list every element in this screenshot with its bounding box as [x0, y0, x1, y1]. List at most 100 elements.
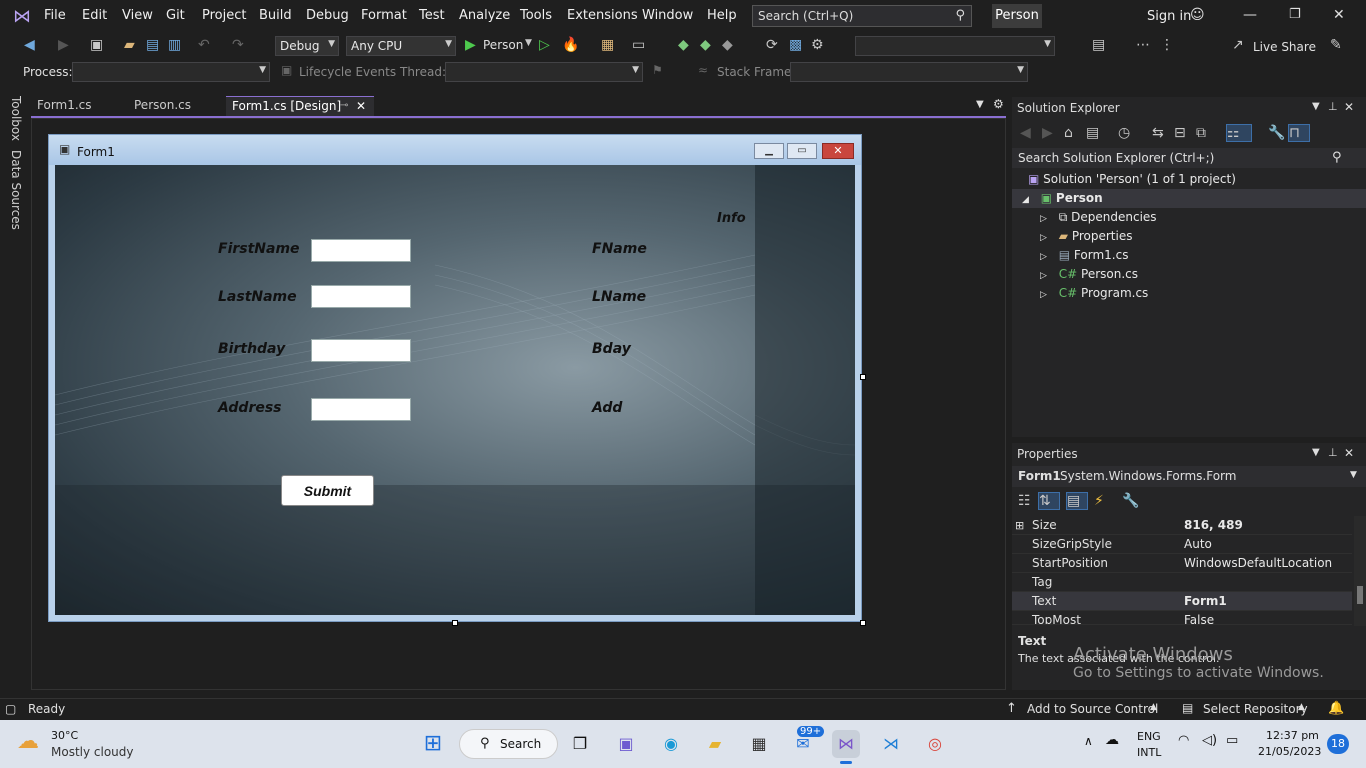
lifecycle-events-label[interactable]: Lifecycle Events: [299, 65, 396, 79]
toolbox-tab[interactable]: Toolbox: [9, 96, 23, 141]
se-pending-changes-icon[interactable]: ◷: [1118, 125, 1130, 141]
tab-form1-cs[interactable]: Form1.cs: [31, 96, 98, 116]
solution-node[interactable]: ▣ Solution 'Person' (1 of 1 project): [1028, 170, 1236, 189]
sync-icon[interactable]: ⟳: [766, 37, 778, 53]
submit-button[interactable]: Submit: [281, 475, 374, 506]
object-dropdown-icon[interactable]: ▼: [1350, 470, 1357, 480]
undo-icon[interactable]: ↶: [198, 37, 210, 53]
toolbar-empty-select[interactable]: ▼: [855, 36, 1055, 56]
property-row[interactable]: Tag: [1012, 573, 1352, 592]
property-row[interactable]: StartPosition WindowsDefaultLocation: [1012, 554, 1352, 573]
tab-list-dropdown-icon[interactable]: ▼: [976, 99, 984, 110]
pin-icon[interactable]: ⊸: [340, 100, 348, 111]
edge-browser-icon[interactable]: ◉: [657, 730, 685, 758]
menu-git[interactable]: Git: [166, 8, 185, 23]
windows-start-icon[interactable]: ⊞: [419, 730, 447, 758]
address-textbox[interactable]: [311, 398, 411, 421]
toolbox-folder-icon[interactable]: ▦: [601, 37, 614, 53]
property-row-selected[interactable]: Text Form1: [1012, 592, 1352, 611]
horizontal-spacing-icon[interactable]: ⋯: [1136, 37, 1150, 53]
tree-item-form1[interactable]: ▷ ▤ Form1.cs: [1040, 246, 1128, 265]
se-filter-icon[interactable]: ⚏: [1226, 124, 1252, 142]
settings-gear-icon[interactable]: ⚙: [811, 37, 824, 53]
layout-icon[interactable]: ▭: [632, 37, 645, 53]
onedrive-icon[interactable]: ☁: [1105, 732, 1119, 748]
repository-dropdown-icon[interactable]: ▲: [1298, 702, 1305, 712]
start-without-debug-icon[interactable]: ▷: [539, 37, 550, 53]
property-row[interactable]: SizeGripStyle Auto: [1012, 535, 1352, 554]
open-file-icon[interactable]: ▰: [124, 37, 135, 53]
se-sync-icon[interactable]: ⇆: [1152, 125, 1164, 141]
lastname-textbox[interactable]: [311, 285, 411, 308]
configuration-select[interactable]: Debug ▼: [275, 36, 339, 56]
pane-options-icon[interactable]: ▼: [1312, 101, 1320, 112]
properties-scrollbar[interactable]: [1354, 516, 1366, 626]
tab-person-cs[interactable]: Person.cs: [128, 96, 197, 116]
menu-tools[interactable]: Tools: [520, 8, 552, 23]
weather-temp[interactable]: 30°C: [51, 729, 78, 742]
volume-icon[interactable]: ◁): [1202, 733, 1217, 748]
menu-file[interactable]: File: [44, 8, 66, 23]
task-view-icon[interactable]: ❐: [566, 730, 594, 758]
menu-format[interactable]: Format: [361, 8, 407, 23]
weather-desc[interactable]: Mostly cloudy: [51, 745, 134, 759]
solution-search-input[interactable]: Search Solution Explorer (Ctrl+;) ⚲: [1012, 148, 1366, 168]
se-show-all-icon[interactable]: ⧉: [1196, 125, 1206, 141]
se-forward-icon[interactable]: ▶: [1042, 125, 1053, 141]
window-layout-icon[interactable]: ▤: [1092, 37, 1105, 53]
stack-frame-select[interactable]: ▼: [790, 62, 1028, 82]
property-row[interactable]: TopMost False: [1012, 611, 1352, 625]
navigate-forward-icon[interactable]: ▶: [58, 37, 69, 53]
chrome-icon[interactable]: ◎: [921, 730, 949, 758]
source-control-dropdown-icon[interactable]: ▲: [1150, 702, 1157, 712]
file-explorer-icon[interactable]: ▰: [701, 730, 729, 758]
search-input[interactable]: Search (Ctrl+Q) ⚲: [752, 5, 972, 27]
wifi-icon[interactable]: ◠: [1178, 733, 1189, 748]
designed-form[interactable]: ▣ Form1 ▁ ▭ ✕ FirstName LastName Birthda…: [48, 134, 862, 622]
menu-help[interactable]: Help: [707, 8, 737, 23]
sign-in-link[interactable]: Sign in: [1147, 9, 1191, 24]
tree-item-properties[interactable]: ▷ ▰ Properties: [1040, 227, 1132, 246]
language-line2[interactable]: INTL: [1137, 746, 1161, 759]
clock-time[interactable]: 12:37 pm: [1266, 729, 1319, 742]
live-share-button[interactable]: Live Share: [1253, 40, 1316, 54]
properties-view-icon[interactable]: ▤: [1066, 492, 1088, 510]
form-close-icon[interactable]: ✕: [822, 143, 854, 159]
lifecycle-icon[interactable]: ▣: [281, 63, 292, 77]
close-icon[interactable]: ✕: [1333, 7, 1345, 23]
se-home-icon[interactable]: ⌂: [1064, 125, 1073, 141]
vertical-spacing-icon[interactable]: ⋮: [1160, 37, 1174, 53]
pane-close-icon[interactable]: ✕: [1344, 446, 1354, 460]
hidden-icons-chevron-icon[interactable]: ∧: [1084, 734, 1093, 748]
taskbar-search-box[interactable]: ⚲ Search: [459, 729, 558, 759]
microsoft-store-icon[interactable]: ▦: [745, 730, 773, 758]
expand-plus-icon[interactable]: ⊞: [1015, 516, 1024, 535]
menu-build[interactable]: Build: [259, 8, 292, 23]
save-all-icon[interactable]: ▥: [168, 37, 181, 53]
menu-test[interactable]: Test: [419, 8, 445, 23]
menu-project[interactable]: Project: [202, 8, 246, 23]
property-row[interactable]: ⊞ Size 816, 489: [1012, 516, 1352, 535]
resize-handle-right[interactable]: [860, 374, 866, 380]
battery-icon[interactable]: ▭: [1226, 733, 1238, 748]
align-center-icon[interactable]: ◆: [700, 37, 711, 53]
se-switch-views-icon[interactable]: ▤: [1086, 125, 1099, 141]
scrollbar-thumb[interactable]: [1357, 586, 1363, 604]
teams-chat-icon[interactable]: ▣: [612, 730, 640, 758]
form-maximize-icon[interactable]: ▭: [787, 143, 817, 159]
restore-icon[interactable]: ❐: [1289, 7, 1301, 23]
tree-item-program[interactable]: ▷ C# Program.cs: [1040, 284, 1148, 303]
menu-view[interactable]: View: [122, 8, 153, 23]
pane-pin-icon[interactable]: ⊥: [1328, 100, 1338, 113]
thread-select[interactable]: ▼: [445, 62, 643, 82]
start-debug-icon[interactable]: ▶: [465, 37, 476, 53]
flag-icon[interactable]: ⚑: [652, 63, 663, 77]
navigate-back-icon[interactable]: ◀: [24, 37, 35, 53]
stack-icon[interactable]: ≈: [698, 63, 708, 77]
redo-icon[interactable]: ↷: [232, 37, 244, 53]
tree-item-person[interactable]: ▷ C# Person.cs: [1040, 265, 1138, 284]
align-icon[interactable]: ◆: [678, 37, 689, 53]
weather-cloud-icon[interactable]: ☁: [17, 729, 39, 754]
pane-pin-icon[interactable]: ⊥: [1328, 446, 1338, 459]
property-pages-icon[interactable]: 🔧: [1122, 493, 1139, 509]
